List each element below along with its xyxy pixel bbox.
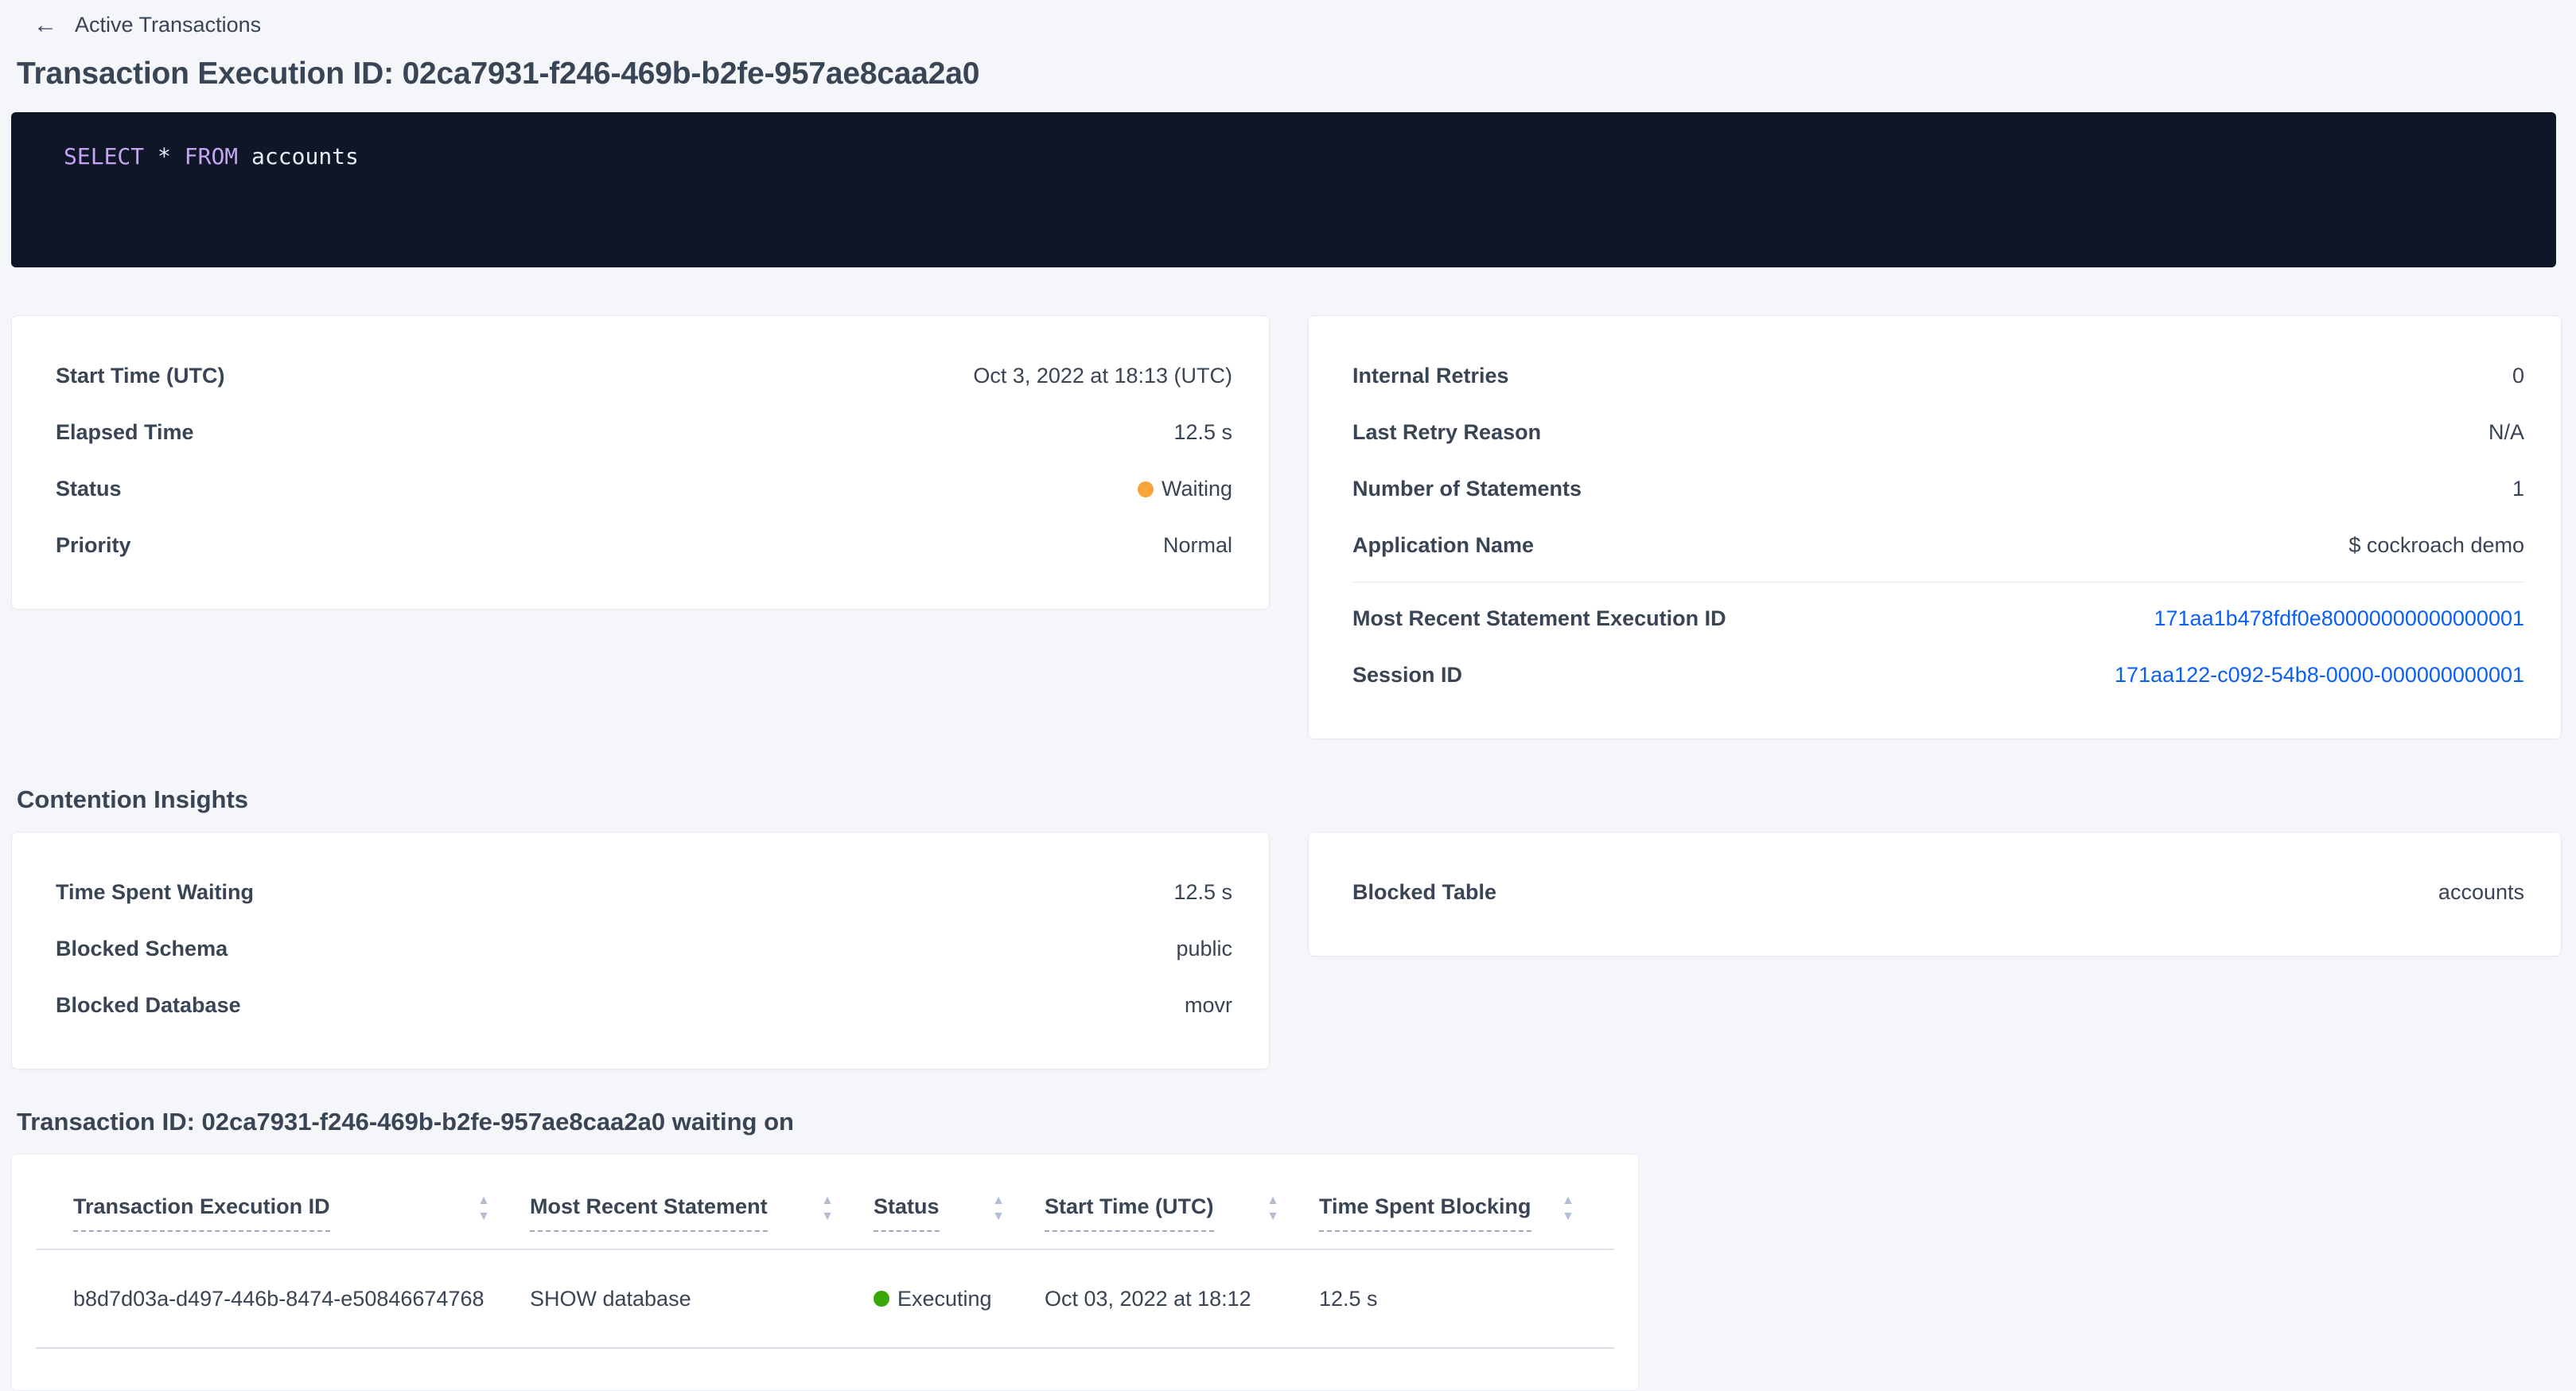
kv-value: Oct 3, 2022 at 18:13 (UTC) [973, 364, 1232, 388]
page-title: Transaction Execution ID: 02ca7931-f246-… [17, 56, 2562, 92]
column-header-label[interactable]: Time Spent Blocking [1319, 1194, 1531, 1232]
cell-start-time: Oct 03, 2022 at 18:12 [1045, 1287, 1319, 1311]
column-header-label[interactable]: Status [874, 1194, 940, 1232]
sql-statement-box: SELECT * FROM accounts [11, 112, 2556, 267]
blocked-table-card: Blocked Table accounts [1308, 832, 2562, 957]
kv-row-number-of-statements: Number of Statements 1 [1352, 461, 2524, 517]
card-divider [1352, 582, 2524, 583]
sort-asc-icon: ▲ [1562, 1196, 1574, 1206]
column-header-most-recent-statement[interactable]: Most Recent Statement ▲ ▼ [530, 1194, 874, 1249]
kv-row-blocked-table: Blocked Table accounts [1352, 864, 2524, 921]
kv-row-most-recent-statement-execution-id: Most Recent Statement Execution ID 171aa… [1352, 590, 2524, 647]
statement-execution-id-link[interactable]: 171aa1b478fdf0e80000000000000001 [2154, 606, 2525, 631]
sql-keyword-select: SELECT [64, 143, 144, 169]
summary-cards-row: Start Time (UTC) Oct 3, 2022 at 18:13 (U… [11, 315, 2562, 739]
kv-label: Session ID [1352, 663, 1462, 688]
session-id-link[interactable]: 171aa122-c092-54b8-0000-000000000001 [2115, 663, 2524, 688]
waiting-on-table: Transaction Execution ID ▲ ▼ Most Recent… [11, 1154, 1639, 1391]
sort-toggle[interactable]: ▲ ▼ [1562, 1196, 1574, 1222]
kv-label: Application Name [1352, 533, 1534, 558]
status-text: Executing [897, 1287, 992, 1311]
kv-value: 12.5 s [1173, 880, 1232, 905]
sort-asc-icon: ▲ [821, 1196, 834, 1206]
column-header-transaction-execution-id[interactable]: Transaction Execution ID ▲ ▼ [73, 1194, 530, 1249]
sql-table-name: accounts [238, 143, 359, 169]
kv-value: Normal [1163, 533, 1232, 558]
kv-row-application-name: Application Name $ cockroach demo [1352, 517, 2524, 574]
arrow-left-icon: ← [33, 14, 57, 37]
kv-label: Internal Retries [1352, 364, 1509, 388]
kv-row-elapsed-time: Elapsed Time 12.5 s [56, 404, 1232, 461]
contention-cards-row: Time Spent Waiting 12.5 s Blocked Schema… [11, 832, 2562, 1070]
kv-row-start-time: Start Time (UTC) Oct 3, 2022 at 18:13 (U… [56, 348, 1232, 404]
column-header-label[interactable]: Start Time (UTC) [1045, 1194, 1214, 1232]
kv-value: 0 [2512, 364, 2524, 388]
sort-asc-icon: ▲ [992, 1196, 1005, 1206]
sort-asc-icon: ▲ [1267, 1196, 1279, 1206]
kv-value: 1 [2512, 477, 2524, 501]
kv-row-blocked-schema: Blocked Schema public [56, 921, 1232, 977]
kv-label: Time Spent Waiting [56, 880, 254, 905]
execution-attributes-card: Internal Retries 0 Last Retry Reason N/A… [1308, 315, 2562, 739]
table-row: b8d7d03a-d497-446b-8474-e50846674768 SHO… [36, 1250, 1614, 1349]
kv-label: Blocked Database [56, 993, 241, 1018]
kv-row-internal-retries: Internal Retries 0 [1352, 348, 2524, 404]
kv-row-priority: Priority Normal [56, 517, 1232, 574]
cell-time-spent-blocking: 12.5 s [1319, 1287, 1614, 1311]
kv-value: $ cockroach demo [2348, 533, 2524, 558]
column-header-start-time[interactable]: Start Time (UTC) ▲ ▼ [1045, 1194, 1319, 1249]
transaction-details-page: ← Active Transactions Transaction Execut… [0, 13, 2576, 1378]
waiting-on-heading: Transaction ID: 02ca7931-f246-469b-b2fe-… [17, 1108, 2562, 1136]
kv-label: Elapsed Time [56, 420, 194, 445]
sort-desc-icon: ▼ [477, 1212, 490, 1222]
kv-row-blocked-database: Blocked Database movr [56, 977, 1232, 1034]
kv-row-status: Status Waiting [56, 461, 1232, 517]
waiting-status-dot-icon [1138, 481, 1154, 497]
cell-transaction-execution-id: b8d7d03a-d497-446b-8474-e50846674768 [73, 1287, 530, 1311]
table-header-row: Transaction Execution ID ▲ ▼ Most Recent… [36, 1155, 1614, 1250]
cell-most-recent-statement: SHOW database [530, 1287, 874, 1311]
kv-row-time-spent-waiting: Time Spent Waiting 12.5 s [56, 864, 1232, 921]
status-badge: Waiting [1138, 477, 1232, 501]
kv-value: public [1176, 937, 1232, 961]
kv-value: 12.5 s [1173, 420, 1232, 445]
kv-label: Start Time (UTC) [56, 364, 225, 388]
kv-label: Blocked Table [1352, 880, 1496, 905]
contention-insights-heading: Contention Insights [17, 785, 2562, 814]
kv-row-session-id: Session ID 171aa122-c092-54b8-0000-00000… [1352, 647, 2524, 703]
sort-toggle[interactable]: ▲ ▼ [477, 1196, 490, 1222]
column-header-label[interactable]: Most Recent Statement [530, 1194, 768, 1232]
sql-star: * [144, 143, 185, 169]
overview-card: Start Time (UTC) Oct 3, 2022 at 18:13 (U… [11, 315, 1270, 610]
status-text: Waiting [1162, 477, 1232, 501]
sort-desc-icon: ▼ [992, 1212, 1005, 1222]
sort-toggle[interactable]: ▲ ▼ [1267, 1196, 1279, 1222]
kv-label: Priority [56, 533, 131, 558]
kv-row-last-retry-reason: Last Retry Reason N/A [1352, 404, 2524, 461]
kv-label: Number of Statements [1352, 477, 1582, 501]
kv-label: Most Recent Statement Execution ID [1352, 606, 1726, 631]
kv-value: accounts [2438, 880, 2524, 905]
kv-value: movr [1185, 993, 1232, 1018]
sql-keyword-from: FROM [185, 143, 238, 169]
kv-label: Blocked Schema [56, 937, 228, 961]
sort-desc-icon: ▼ [1267, 1212, 1279, 1222]
kv-value: N/A [2488, 420, 2524, 445]
sort-toggle[interactable]: ▲ ▼ [821, 1196, 834, 1222]
breadcrumb-back-link[interactable]: ← Active Transactions [33, 13, 261, 37]
sort-toggle[interactable]: ▲ ▼ [992, 1196, 1005, 1222]
contention-details-card: Time Spent Waiting 12.5 s Blocked Schema… [11, 832, 1270, 1070]
sort-desc-icon: ▼ [1562, 1212, 1574, 1222]
column-header-status[interactable]: Status ▲ ▼ [874, 1194, 1045, 1249]
column-header-label[interactable]: Transaction Execution ID [73, 1194, 330, 1232]
column-header-time-spent-blocking[interactable]: Time Spent Blocking ▲ ▼ [1319, 1194, 1614, 1249]
kv-label: Status [56, 477, 122, 501]
breadcrumb-label: Active Transactions [75, 13, 261, 37]
executing-status-dot-icon [874, 1291, 889, 1307]
sort-asc-icon: ▲ [477, 1196, 490, 1206]
cell-status: Executing [874, 1287, 1045, 1311]
sort-desc-icon: ▼ [821, 1212, 834, 1222]
kv-label: Last Retry Reason [1352, 420, 1541, 445]
